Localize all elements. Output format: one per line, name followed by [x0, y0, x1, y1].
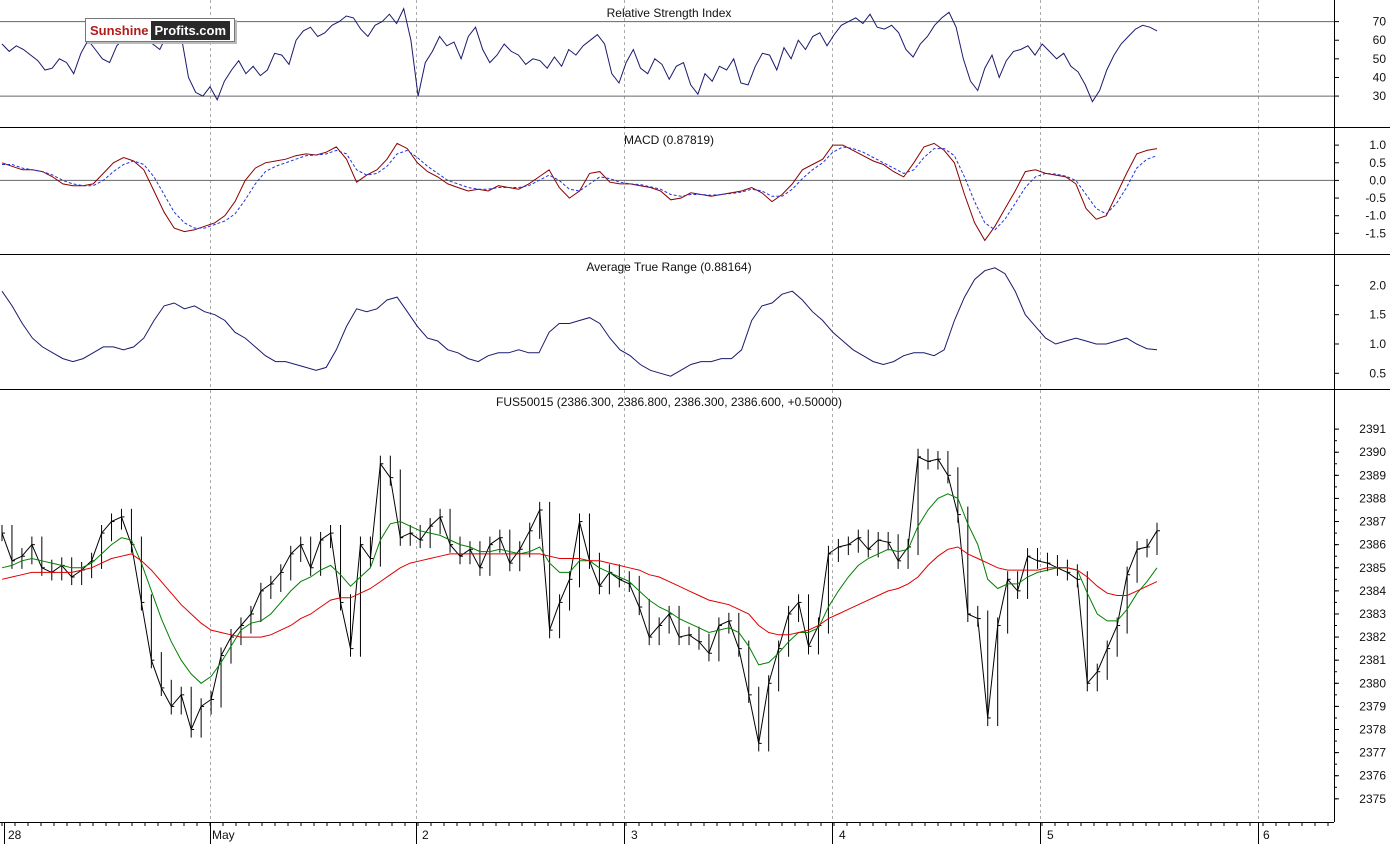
x-axis-label-3: 3 [631, 828, 638, 842]
price-series-line [1, 456, 1158, 744]
panel-1-tick-label-2: 0.0 [1369, 173, 1386, 187]
panel-3-tick-label-3: 2388 [1359, 491, 1386, 505]
panel-3-tick-label-2: 2389 [1359, 468, 1386, 482]
panel-2-series-0 [1, 267, 1158, 377]
x-axis-label-4: 4 [839, 828, 846, 842]
panel-1-tick-label-5: -1.5 [1365, 226, 1386, 240]
panel-3-tick-label-16: 2375 [1359, 792, 1386, 806]
panel-3-tick-label-7: 2384 [1359, 584, 1386, 598]
x-axis-label-5: 5 [1047, 828, 1054, 842]
panel-0-tick-label-1: 40 [1373, 70, 1387, 84]
panel-3-tick-label-9: 2382 [1359, 630, 1386, 644]
sunshine-profits-logo: Sunshine Profits.com [85, 18, 235, 42]
panel-3-tick-label-10: 2381 [1359, 653, 1386, 667]
panel-3-tick-label-11: 2380 [1359, 676, 1386, 690]
panel-2-tick-label-2: 1.0 [1369, 337, 1386, 351]
panel-3-tick-label-1: 2390 [1359, 445, 1386, 459]
panel-1-tick-label-0: 1.0 [1369, 138, 1386, 152]
panel-2-tick-label-0: 2.0 [1369, 278, 1386, 292]
stock-chart: 30 40 50 60 70 Relative Strength Index 1.0 0.5 0… [0, 0, 1390, 844]
x-axis-label-1: May [212, 828, 235, 842]
panel-1-series-1 [2, 146, 1158, 231]
panel-1-tick-label-3: -0.5 [1365, 191, 1386, 205]
panel-1-title: MACD (0.87819) [624, 133, 714, 147]
panel-3-tick-label-4: 2387 [1359, 515, 1386, 529]
panel-3-tick-label-0: 2391 [1359, 422, 1386, 436]
panel-3-title: FUS50015 (2386.300, 2386.800, 2386.300, … [496, 395, 842, 409]
panel-0-tick-label-2: 50 [1373, 52, 1387, 66]
x-axis-label-0: 28 [8, 828, 22, 842]
panel-3-tick-label-6: 2385 [1359, 561, 1386, 575]
panel-3-tick-label-12: 2379 [1359, 699, 1386, 713]
panel-3-tick-label-8: 2383 [1359, 607, 1386, 621]
panel-0-title: Relative Strength Index [607, 6, 732, 20]
panel-2-tick-label-1: 1.5 [1369, 308, 1386, 322]
panel-3-tick-label-14: 2377 [1359, 746, 1386, 760]
panel-0-tick-label-3: 60 [1373, 33, 1387, 47]
logo-text-sunshine: Sunshine [90, 22, 149, 38]
panel-2-tick-label-3: 0.5 [1369, 366, 1386, 380]
panel-0-tick-label-4: 70 [1373, 15, 1387, 29]
x-axis-label-6: 6 [1263, 828, 1270, 842]
panel-3-tick-label-13: 2378 [1359, 723, 1386, 737]
panel-3-tick-label-15: 2376 [1359, 769, 1386, 783]
panel-3-tick-label-5: 2386 [1359, 538, 1386, 552]
panel-1-series-0 [1, 142, 1158, 242]
panel-0-tick-label-0: 30 [1373, 89, 1387, 103]
panel-1-tick-label-4: -1.0 [1365, 209, 1386, 223]
panel-1-tick-label-1: 0.5 [1369, 156, 1386, 170]
panel-2-title: Average True Range (0.88164) [586, 260, 751, 274]
logo-text-profits: Profits.com [150, 20, 231, 40]
x-axis-label-2: 2 [422, 828, 429, 842]
